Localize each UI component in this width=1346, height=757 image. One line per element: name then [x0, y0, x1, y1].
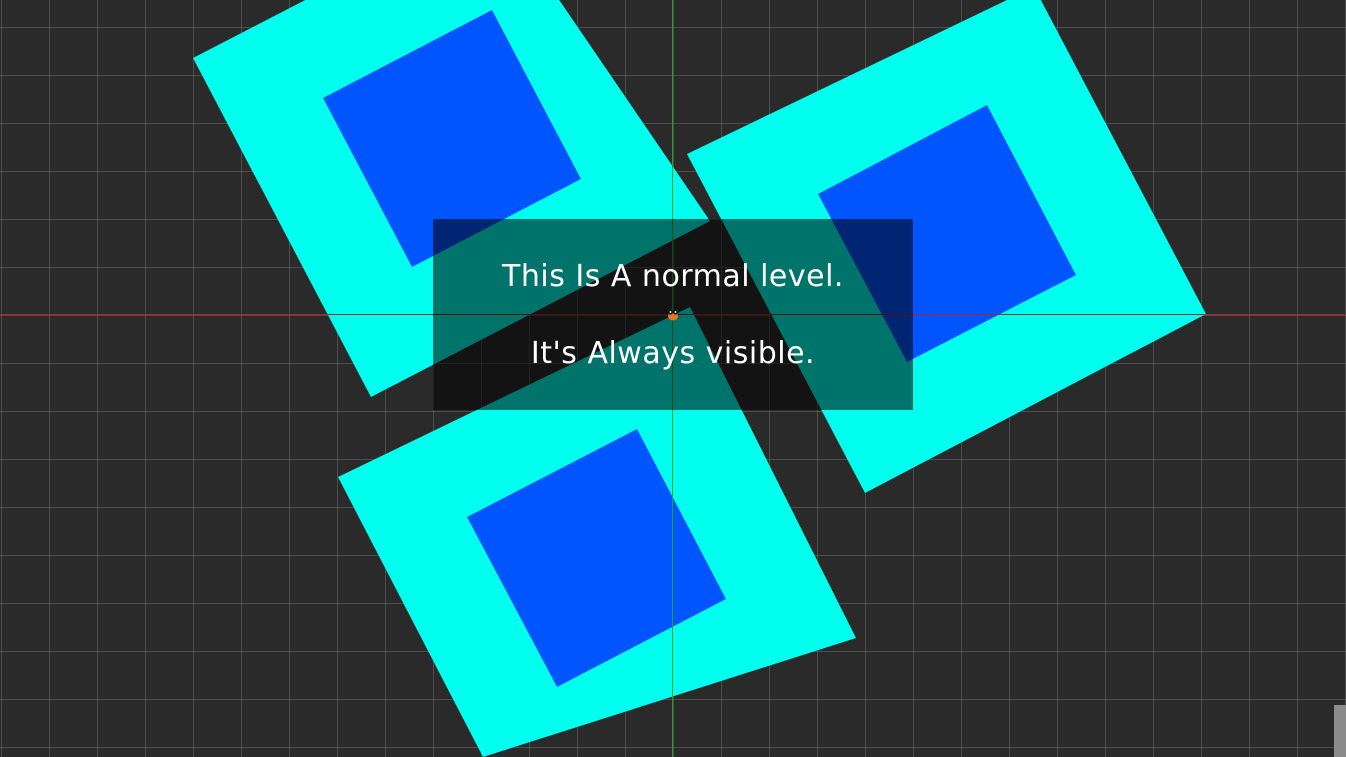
- message-line-1: This Is A normal level.: [502, 259, 844, 294]
- scrollbar-thumb[interactable]: [1334, 705, 1346, 757]
- player-character-icon[interactable]: [666, 306, 680, 321]
- level-viewport[interactable]: This Is A normal level. It's Always visi…: [0, 0, 1346, 757]
- message-line-2: It's Always visible.: [530, 336, 816, 371]
